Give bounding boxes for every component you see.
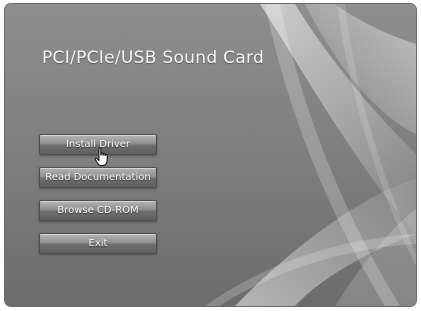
installer-window: PCI/PCIe/USB Sound Card Install Driver R… [5, 4, 416, 306]
hand-pointer-icon [94, 147, 108, 166]
browse-cdrom-button[interactable]: Browse CD-ROM [39, 200, 157, 221]
app-title: PCI/PCIe/USB Sound Card [42, 48, 265, 68]
exit-button[interactable]: Exit [39, 233, 157, 254]
read-documentation-button[interactable]: Read Documentation [39, 167, 157, 188]
